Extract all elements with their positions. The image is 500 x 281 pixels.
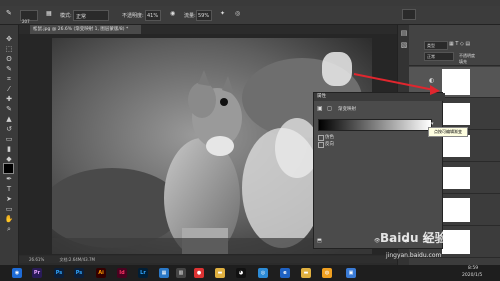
adjustment-icon: ▣ bbox=[317, 105, 323, 112]
brush-panel-icon[interactable]: ▦ bbox=[46, 10, 52, 17]
flow-value: 59% bbox=[198, 13, 210, 19]
healing-icon[interactable]: ✚ bbox=[4, 95, 14, 103]
watermark-url: jingyan.baidu.com bbox=[386, 252, 442, 259]
mask-icon[interactable]: ◻ bbox=[327, 105, 332, 112]
ps-icon[interactable]: Ps bbox=[74, 268, 84, 278]
marquee-icon[interactable]: ⬚ bbox=[4, 45, 14, 53]
properties-icon[interactable]: ▧ bbox=[399, 41, 409, 49]
opacity-field[interactable]: 41% bbox=[145, 10, 161, 21]
lr-icon[interactable]: Lr bbox=[138, 268, 148, 278]
layer-mask-thumbnail[interactable] bbox=[442, 103, 470, 125]
folder-icon[interactable]: ▬ bbox=[215, 268, 225, 278]
move-icon[interactable]: ✥ bbox=[4, 35, 14, 43]
gradient-icon[interactable]: ▮ bbox=[4, 145, 14, 153]
flower-highlight bbox=[322, 52, 352, 86]
tools-panel: ✥ ⬚ ʘ ✎ ⌗ ⁄ ✚ ✎ ▲ ↺ ▭ ▮ ◆ ● ✒ T ➤ ▭ ✋ ⌕ bbox=[0, 25, 19, 265]
mode-value: 正常 bbox=[76, 14, 87, 20]
quick-select-icon[interactable]: ✎ bbox=[4, 65, 14, 73]
blend-mode-value: 正常 bbox=[427, 54, 435, 59]
layer-mask-thumbnail[interactable] bbox=[442, 135, 470, 157]
filter-icons[interactable]: ▦ T ◇ ▤ bbox=[449, 41, 470, 47]
pen-icon[interactable]: ✒ bbox=[4, 175, 14, 183]
brush-size: 207 bbox=[22, 19, 30, 24]
document-tab[interactable]: 松鼠.jpg @ 26.6% (渐变映射 1, 图层蒙版/8) * bbox=[30, 25, 141, 34]
brush-tool-icon[interactable]: ✎ bbox=[4, 105, 14, 113]
path-select-icon[interactable]: ➤ bbox=[4, 195, 14, 203]
gradient-preview-bar[interactable] bbox=[318, 119, 432, 131]
reverse-label: 反向 bbox=[325, 142, 334, 147]
layer-mask-thumbnail[interactable] bbox=[442, 198, 470, 222]
foreground-color-swatch[interactable] bbox=[3, 163, 14, 174]
qq-icon[interactable]: ◕ bbox=[236, 268, 246, 278]
gradient-map-properties-dialog: 属性 ▣ ◻ 渐变映射 ▾ 仿色 反向 ⬒ 👁 ↺ ◉ 🗑 bbox=[313, 92, 445, 249]
red-arrow-annotation bbox=[353, 73, 440, 95]
pressure-opacity-icon[interactable]: ◉ bbox=[170, 10, 175, 17]
kind-filter-label: 类型 bbox=[427, 43, 435, 48]
stamp-icon[interactable]: ▲ bbox=[4, 115, 14, 123]
opacity-value: 41% bbox=[147, 13, 159, 19]
clock-date: 2020/1/5 bbox=[462, 273, 483, 278]
hand-icon[interactable]: ✋ bbox=[4, 215, 14, 223]
workspace-switcher[interactable] bbox=[402, 9, 416, 20]
flow-field[interactable]: 59% bbox=[196, 10, 212, 21]
watermark-text: Baidu 经验 bbox=[380, 231, 447, 245]
id-icon[interactable]: Id bbox=[117, 268, 127, 278]
start-icon[interactable]: ◉ bbox=[12, 268, 22, 278]
history-brush-icon[interactable]: ↺ bbox=[4, 125, 14, 133]
kind-filter-select[interactable]: 类型 bbox=[424, 41, 448, 50]
crop-icon[interactable]: ⌗ bbox=[4, 75, 14, 83]
folder-icon[interactable]: ▬ bbox=[301, 268, 311, 278]
ai-icon[interactable]: Ai bbox=[96, 268, 106, 278]
reverse-checkbox[interactable] bbox=[318, 142, 324, 148]
airbrush-icon[interactable]: ✦ bbox=[220, 10, 225, 17]
browser-icon[interactable]: ◎ bbox=[258, 268, 268, 278]
options-bar: ✎ 207 ▦ 模式: 正常 不透明度: 41% ◉ 流量: 59% ✦ ◎ bbox=[0, 6, 500, 25]
lasso-icon[interactable]: ʘ bbox=[4, 55, 14, 63]
wechat-icon[interactable]: ◍ bbox=[322, 268, 332, 278]
ps-icon[interactable]: Ps bbox=[54, 268, 64, 278]
eraser-icon[interactable]: ▭ bbox=[4, 135, 14, 143]
dither-label: 仿色 bbox=[325, 135, 334, 140]
eyedropper-icon[interactable]: ⁄ bbox=[4, 85, 14, 93]
tooltip: 点按可编辑渐变 bbox=[428, 127, 468, 137]
adjustment-name: 渐变映射 bbox=[338, 107, 356, 112]
chrome-icon[interactable]: ● bbox=[194, 268, 204, 278]
dither-checkbox[interactable] bbox=[318, 135, 324, 141]
shape-icon[interactable]: ▭ bbox=[4, 205, 14, 213]
flow-label: 流量: bbox=[184, 13, 196, 19]
blur-icon[interactable]: ◆ bbox=[4, 155, 14, 163]
type-icon[interactable]: T bbox=[4, 185, 14, 193]
brush-icon[interactable]: ✎ bbox=[6, 9, 12, 17]
status-bar: 26.61% 文档:2.64M/43.7M bbox=[19, 256, 407, 263]
app-icon[interactable]: ▥ bbox=[176, 268, 186, 278]
baidu-watermark: Baidu 经验 jingyan.baidu.com bbox=[378, 229, 498, 263]
clip-to-layer-icon[interactable]: ⬒ bbox=[317, 238, 322, 244]
history-icon[interactable]: ▤ bbox=[399, 29, 409, 37]
ie-icon[interactable]: e bbox=[280, 268, 290, 278]
mode-select[interactable]: 正常 bbox=[73, 10, 109, 21]
pressure-size-icon[interactable]: ◎ bbox=[235, 10, 240, 17]
opacity-label: 不透明度: bbox=[122, 13, 144, 19]
layer-mask-thumbnail[interactable] bbox=[442, 167, 470, 189]
clock-time: 8:59 bbox=[468, 266, 479, 271]
doc-info: 文档:2.64M/43.7M bbox=[59, 257, 95, 262]
pr-icon[interactable]: Pr bbox=[32, 268, 42, 278]
zoom-icon[interactable]: ⌕ bbox=[4, 225, 14, 233]
mode-label: 模式: bbox=[60, 13, 72, 19]
fill-short-label: 填充 bbox=[459, 59, 467, 64]
zoom-level: 26.61% bbox=[29, 257, 45, 262]
photos-icon[interactable]: ▣ bbox=[346, 268, 356, 278]
explorer-icon[interactable]: ▦ bbox=[159, 268, 169, 278]
